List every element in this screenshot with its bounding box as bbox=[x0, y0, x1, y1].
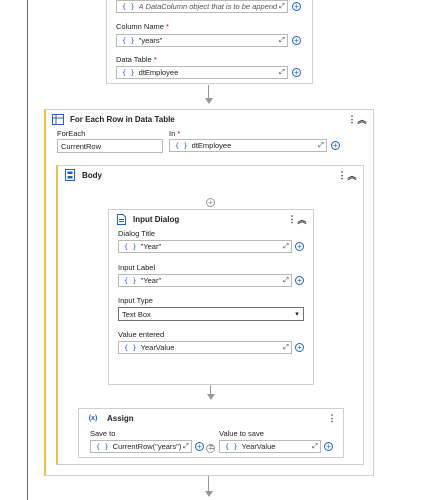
column-name-plus-button[interactable]: + bbox=[292, 36, 301, 45]
input-label-label: Input Label bbox=[118, 263, 156, 272]
foreach-value: CurrentRow bbox=[61, 141, 102, 151]
value-entered-plus-button[interactable]: + bbox=[295, 343, 304, 352]
expression-icon: { } bbox=[122, 68, 135, 77]
expand-editor-icon[interactable]: ⤢ bbox=[277, 37, 287, 45]
expression-icon: { } bbox=[124, 343, 137, 352]
input-dialog-icon bbox=[115, 213, 127, 225]
input-dialog-title: Input Dialog bbox=[133, 214, 180, 224]
value-entered-field[interactable]: { } YearValue ⤢ bbox=[118, 341, 292, 354]
expression-icon: { } bbox=[122, 36, 135, 45]
expand-editor-icon[interactable]: ⤢ bbox=[281, 344, 291, 352]
value-to-save-label: Value to save bbox=[219, 429, 264, 438]
input-label-field[interactable]: { } "Year" ⤢ bbox=[118, 274, 292, 287]
for-each-icon bbox=[52, 113, 64, 125]
flow-connector bbox=[208, 476, 209, 492]
for-each-row-card[interactable]: For Each Row in Data Table ⋮ ︽ ForEach C… bbox=[44, 109, 374, 476]
foreach-input[interactable]: CurrentRow bbox=[57, 139, 163, 153]
dialog-title-value: "Year" bbox=[140, 242, 162, 251]
more-options-icon[interactable]: ⋮ bbox=[327, 413, 337, 424]
expression-icon: { } bbox=[175, 141, 188, 150]
in-field[interactable]: { } dtEmployee ⤢ bbox=[169, 139, 327, 152]
in-label: In * bbox=[169, 129, 181, 138]
required-marker: * bbox=[166, 22, 169, 31]
value-to-save-value: YearValue bbox=[241, 442, 276, 451]
more-options-icon[interactable]: ⋮ bbox=[347, 114, 357, 125]
required-marker: * bbox=[153, 55, 157, 64]
expand-editor-icon[interactable]: ⤢ bbox=[277, 3, 287, 11]
input-type-label: Input Type bbox=[118, 296, 153, 305]
column-object-placeholder: A DataColumn object that is to be append… bbox=[138, 2, 277, 11]
value-to-save-field[interactable]: { } YearValue ⤢ bbox=[219, 440, 321, 453]
assign-title: Assign bbox=[107, 413, 134, 423]
for-each-header: For Each Row in Data Table ⋮ ︽ bbox=[46, 110, 373, 128]
in-value: dtEmployee bbox=[191, 141, 232, 150]
required-marker: * bbox=[177, 129, 181, 138]
flow-connector bbox=[208, 85, 209, 99]
input-dialog-card[interactable]: Input Dialog ⋮ ︽ Dialog Title { } "Year"… bbox=[108, 209, 314, 385]
input-label-plus-button[interactable]: + bbox=[295, 276, 304, 285]
save-to-field[interactable]: { } CurrentRow("years") ⤢ bbox=[90, 440, 192, 453]
flow-arrow-icon bbox=[205, 491, 213, 497]
more-options-icon[interactable]: ⋮ bbox=[337, 170, 347, 181]
add-activity-button[interactable]: + bbox=[206, 198, 215, 207]
expression-icon: { } bbox=[122, 2, 135, 11]
column-object-plus-button[interactable]: + bbox=[292, 2, 301, 11]
add-data-column-card[interactable]: { } A DataColumn object that is to be ap… bbox=[106, 0, 313, 84]
collapse-icon[interactable]: ︽ bbox=[297, 213, 307, 226]
collapse-icon[interactable]: ︽ bbox=[357, 113, 367, 126]
expand-editor-icon[interactable]: ⤢ bbox=[277, 69, 287, 77]
expression-icon: { } bbox=[124, 276, 137, 285]
expand-editor-icon[interactable]: ⤢ bbox=[181, 443, 191, 451]
dialog-title-label: Dialog Title bbox=[118, 229, 156, 238]
flow-arrow-icon bbox=[207, 394, 215, 400]
sequence-icon bbox=[64, 169, 76, 181]
save-to-label: Save to bbox=[90, 429, 116, 438]
column-object-field[interactable]: { } A DataColumn object that is to be ap… bbox=[116, 0, 288, 13]
chevron-down-icon: ▾ bbox=[295, 311, 299, 318]
column-name-value: "years" bbox=[138, 36, 163, 45]
assign-icon: (x) bbox=[88, 414, 98, 422]
dialog-title-field[interactable]: { } "Year" ⤢ bbox=[118, 240, 292, 253]
data-table-label: Data Table * bbox=[116, 55, 157, 64]
data-table-value: dtEmployee bbox=[138, 68, 179, 77]
save-to-value: CurrentRow("years") bbox=[112, 442, 181, 451]
add-activity-button[interactable]: + bbox=[206, 444, 215, 453]
canvas-left-rail bbox=[27, 0, 28, 500]
flow-arrow-icon bbox=[205, 98, 213, 104]
in-plus-button[interactable]: + bbox=[331, 141, 340, 150]
for-each-title: For Each Row in Data Table bbox=[70, 114, 175, 124]
value-entered-value: YearValue bbox=[140, 343, 175, 352]
expression-icon: { } bbox=[124, 242, 137, 251]
body-title: Body bbox=[82, 170, 102, 180]
input-label-value: "Year" bbox=[140, 276, 162, 285]
body-sequence-card[interactable]: Body ⋮ ︽ + Input Dialog ⋮ ︽ Dialog Title… bbox=[56, 165, 364, 465]
input-type-value: Text Box bbox=[122, 309, 151, 319]
expand-editor-icon[interactable]: ⤢ bbox=[316, 142, 326, 150]
expand-editor-icon[interactable]: ⤢ bbox=[281, 277, 291, 285]
column-name-field[interactable]: { } "years" ⤢ bbox=[116, 34, 288, 47]
expand-editor-icon[interactable]: ⤢ bbox=[310, 443, 320, 451]
assign-header: (x) Assign ⋮ bbox=[79, 409, 343, 427]
expand-editor-icon[interactable]: ⤢ bbox=[281, 243, 291, 251]
body-header: Body ⋮ ︽ bbox=[58, 166, 363, 184]
data-table-plus-button[interactable]: + bbox=[292, 68, 301, 77]
collapse-icon[interactable]: ︽ bbox=[347, 169, 357, 182]
save-to-plus-button[interactable]: + bbox=[195, 442, 204, 451]
more-options-icon[interactable]: ⋮ bbox=[287, 214, 297, 225]
column-name-label: Column Name * bbox=[116, 22, 169, 31]
input-dialog-header: Input Dialog ⋮ ︽ bbox=[109, 210, 313, 228]
data-table-field[interactable]: { } dtEmployee ⤢ bbox=[116, 66, 288, 79]
expression-icon: { } bbox=[225, 442, 238, 451]
input-type-select[interactable]: Text Box ▾ bbox=[118, 307, 304, 321]
dialog-title-plus-button[interactable]: + bbox=[295, 242, 304, 251]
expression-icon: { } bbox=[96, 442, 109, 451]
value-to-save-plus-button[interactable]: + bbox=[324, 442, 333, 451]
value-entered-label: Value entered bbox=[118, 330, 165, 339]
foreach-label: ForEach bbox=[57, 129, 86, 138]
